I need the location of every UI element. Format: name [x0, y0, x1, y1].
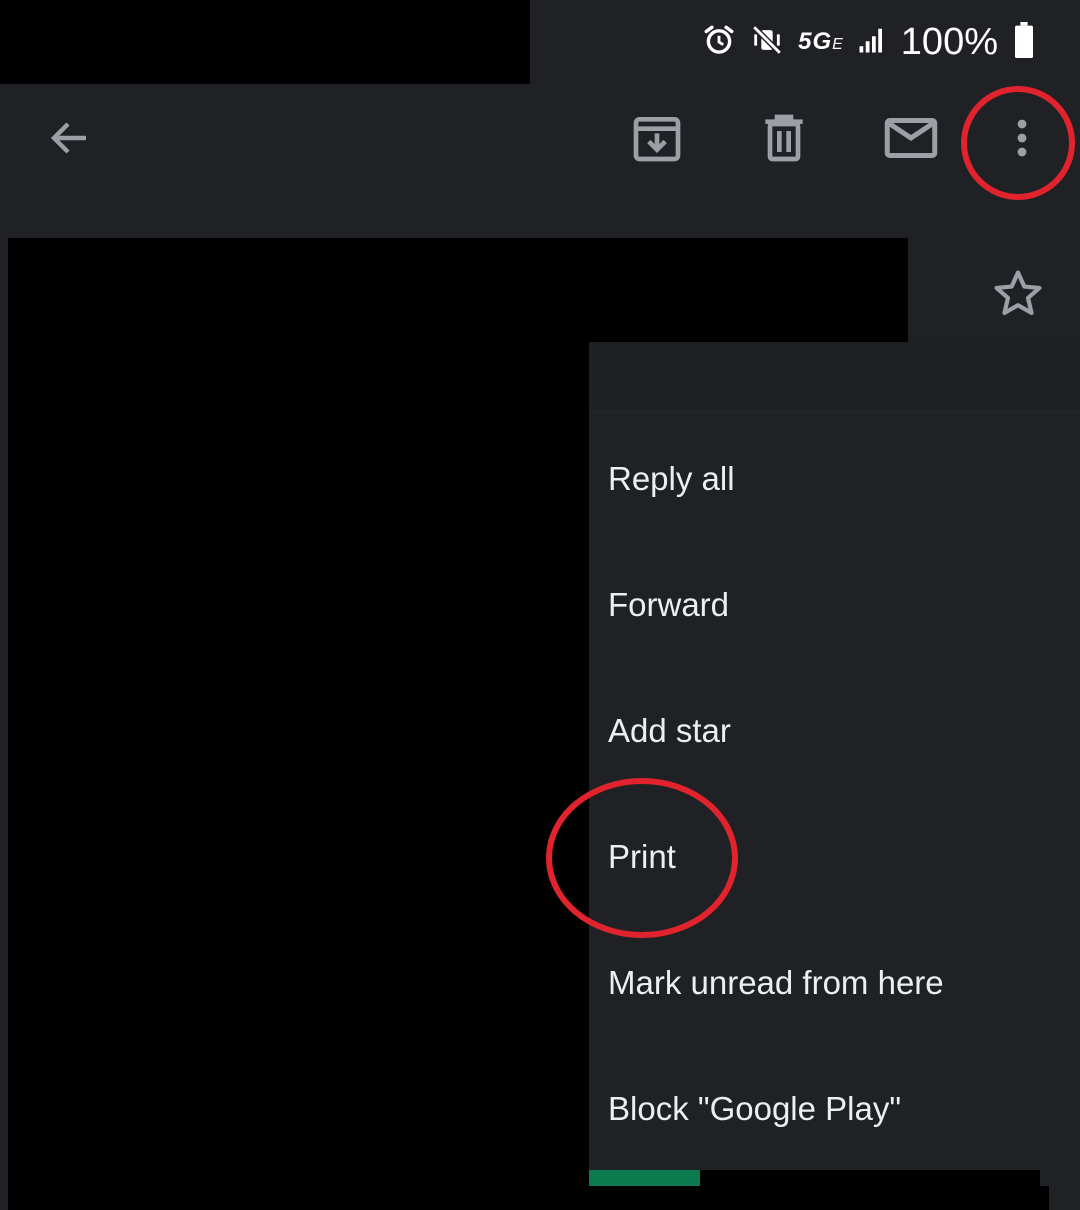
mark-unread-button[interactable] — [881, 110, 941, 170]
star-button[interactable] — [988, 266, 1048, 326]
archive-icon — [629, 110, 685, 171]
menu-item-label: Reply all — [608, 460, 735, 497]
overflow-menu: Reply all Forward Add star Print Mark un… — [589, 342, 1080, 1170]
archive-button[interactable] — [627, 110, 687, 170]
more-options-button[interactable] — [992, 110, 1052, 170]
menu-item-label: Add star — [608, 712, 731, 749]
menu-header — [589, 342, 1080, 413]
battery-percent: 100% — [900, 20, 998, 63]
menu-item-reply-all[interactable]: Reply all — [589, 416, 1080, 542]
battery-icon — [1012, 21, 1036, 63]
star-outline-icon — [990, 266, 1046, 327]
back-arrow-icon — [46, 114, 94, 167]
menu-item-label: Print — [608, 838, 676, 875]
menu-item-label: Forward — [608, 586, 730, 623]
delete-button[interactable] — [754, 110, 814, 170]
network-type: 5GE — [798, 28, 843, 55]
menu-item-add-star[interactable]: Add star — [589, 668, 1080, 794]
alarm-icon — [702, 23, 736, 62]
menu-item-label: Mark unread from here — [608, 964, 944, 1001]
accent-bar — [589, 1170, 701, 1186]
menu-item-mark-unread[interactable]: Mark unread from here — [589, 920, 1080, 1046]
redacted-status-area — [0, 0, 530, 84]
signal-icon — [857, 25, 887, 60]
delete-icon — [756, 110, 812, 171]
mail-icon — [881, 108, 941, 173]
menu-item-forward[interactable]: Forward — [589, 542, 1080, 668]
menu-item-block-sender[interactable]: Block "Google Play" — [589, 1046, 1080, 1172]
back-button[interactable] — [40, 110, 100, 170]
vibrate-mute-icon — [750, 23, 784, 62]
status-bar-icons: 5GE 100% — [702, 18, 1036, 66]
more-vert-icon — [998, 114, 1046, 167]
menu-item-print[interactable]: Print — [589, 794, 1080, 920]
redacted-email-header — [8, 238, 908, 342]
redacted-bottom-strip — [589, 1186, 1049, 1210]
menu-item-label: Block "Google Play" — [608, 1090, 902, 1127]
redacted-email-body — [8, 342, 589, 1210]
